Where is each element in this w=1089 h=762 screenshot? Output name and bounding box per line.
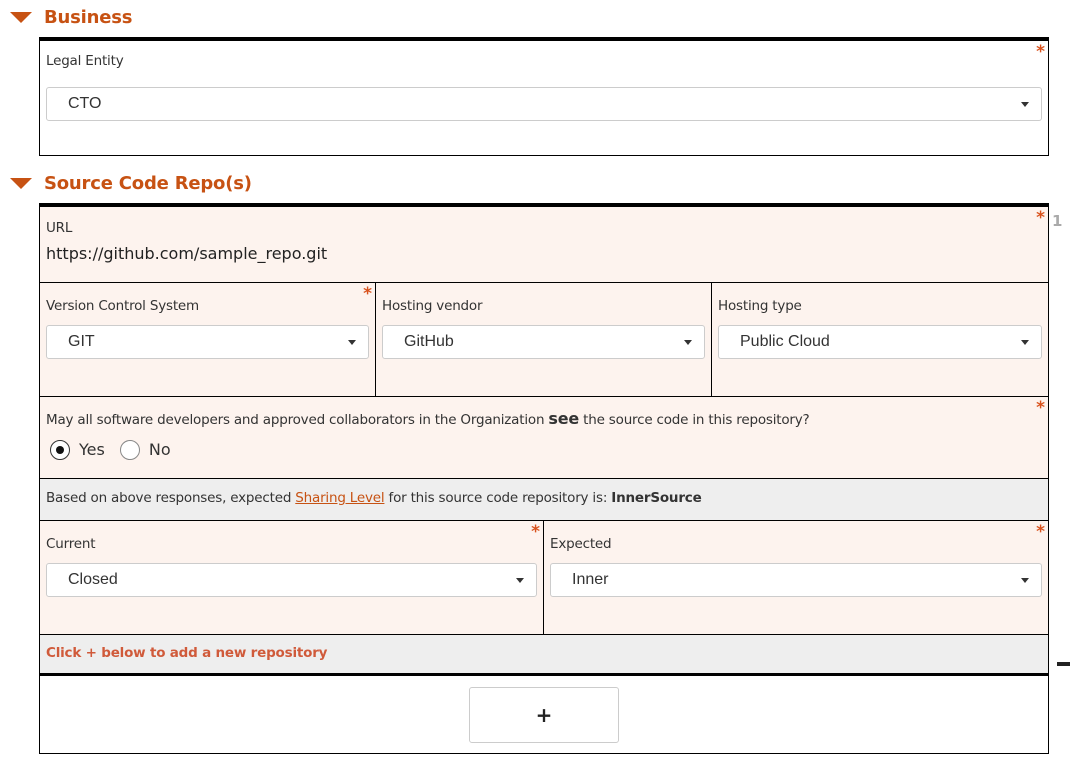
expected-field: Expected * Inner — [544, 521, 1048, 634]
caret-down-icon — [10, 12, 32, 23]
hosting-vendor-label: Hosting vendor — [382, 298, 483, 314]
hosting-type-value: Public Cloud — [740, 333, 830, 350]
dropdown-arrow-icon — [684, 340, 692, 345]
current-label: Current — [46, 536, 96, 552]
section-title-repos: Source Code Repo(s) — [44, 173, 252, 194]
url-label: URL — [46, 220, 73, 236]
dropdown-arrow-icon — [516, 578, 524, 583]
hosting-vendor-value: GitHub — [404, 333, 454, 350]
sharing-level-row: Current * Closed Expected * Inner — [40, 520, 1048, 634]
radio-yes[interactable] — [50, 439, 70, 460]
required-asterisk: * — [1036, 398, 1045, 418]
add-repo-hint-text: Click + below to add a new repository — [46, 645, 328, 661]
version-control-value: GIT — [68, 333, 95, 350]
legal-entity-label: Legal Entity — [46, 53, 124, 69]
sharing-level-value: InnerSource — [611, 490, 702, 506]
expected-label: Expected — [550, 536, 612, 552]
expected-select[interactable]: Inner — [550, 563, 1042, 597]
current-field: Current * Closed — [40, 521, 544, 634]
hosting-type-select[interactable]: Public Cloud — [718, 325, 1042, 359]
radio-yes-label[interactable]: Yes — [79, 440, 105, 459]
version-control-field: Version Control System * GIT — [40, 283, 376, 396]
plus-icon: + — [535, 703, 553, 727]
repo-index: 1 — [1052, 212, 1063, 230]
required-asterisk: * — [1036, 42, 1045, 62]
dropdown-arrow-icon — [1021, 578, 1029, 583]
hosting-vendor-select[interactable]: GitHub — [382, 325, 705, 359]
hosting-row: Version Control System * GIT Hosting ven… — [40, 282, 1048, 396]
business-section-toggle[interactable]: Business — [10, 7, 132, 28]
url-field: URL * https://github.com/sample_repo.git — [40, 207, 1048, 282]
sharing-level-link[interactable]: Sharing Level — [295, 490, 384, 506]
current-select[interactable]: Closed — [46, 563, 537, 597]
legal-entity-value: CTO — [68, 95, 102, 112]
dropdown-arrow-icon — [348, 340, 356, 345]
repos-panel: URL * https://github.com/sample_repo.git… — [39, 203, 1049, 754]
section-title-business: Business — [44, 7, 133, 28]
visibility-radio-group: Yes No — [50, 439, 181, 460]
emphasis-see: see — [548, 409, 580, 428]
url-value[interactable]: https://github.com/sample_repo.git — [46, 244, 327, 263]
visibility-question-field: May all software developers and approved… — [40, 396, 1048, 478]
hosting-type-field: Hosting type Public Cloud — [712, 283, 1048, 396]
radio-no[interactable] — [119, 439, 140, 460]
radio-no-label[interactable]: No — [149, 440, 171, 459]
required-asterisk: * — [1036, 522, 1045, 542]
repos-section-toggle[interactable]: Source Code Repo(s) — [10, 173, 252, 194]
business-panel: Legal Entity * CTO — [39, 37, 1049, 156]
caret-down-icon — [10, 178, 32, 189]
required-asterisk: * — [1036, 208, 1045, 228]
sharing-level-note: Based on above responses, expected Shari… — [40, 478, 1048, 520]
hosting-vendor-field: Hosting vendor GitHub — [376, 283, 712, 396]
dropdown-arrow-icon — [1021, 340, 1029, 345]
legal-entity-field: Legal Entity * CTO — [40, 41, 1048, 156]
version-control-label: Version Control System — [46, 298, 199, 314]
hosting-type-label: Hosting type — [718, 298, 802, 314]
expected-value: Inner — [572, 571, 609, 588]
visibility-question-text: May all software developers and approved… — [46, 409, 810, 428]
required-asterisk: * — [363, 284, 372, 304]
required-asterisk: * — [531, 522, 540, 542]
remove-repo-button[interactable] — [1057, 662, 1070, 666]
add-repo-hint: Click + below to add a new repository — [40, 634, 1048, 676]
add-repo-button[interactable]: + — [469, 687, 619, 743]
legal-entity-select[interactable]: CTO — [46, 87, 1042, 121]
version-control-select[interactable]: GIT — [46, 325, 369, 359]
current-value: Closed — [68, 571, 118, 588]
dropdown-arrow-icon — [1021, 102, 1029, 107]
